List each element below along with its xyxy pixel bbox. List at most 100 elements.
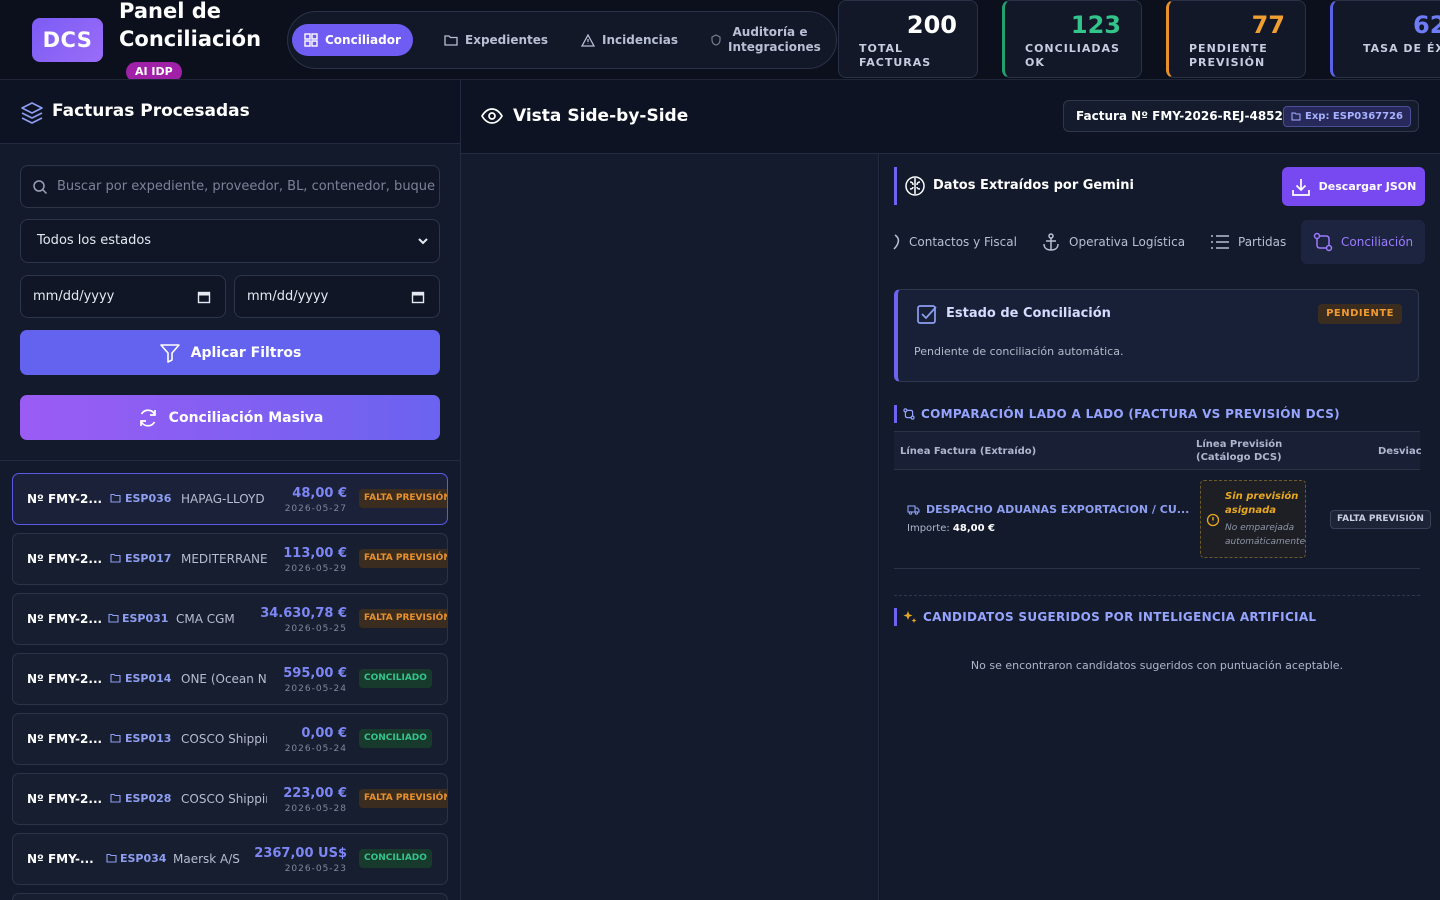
brain-icon	[905, 176, 925, 196]
invoice-number: Nº FMY-2...	[27, 492, 103, 506]
invoice-exp: ESP0284	[125, 792, 171, 805]
status-select-value: Todos los estados	[37, 233, 152, 248]
tab-label: Operativa Logística	[1069, 235, 1186, 249]
divider	[894, 595, 1420, 596]
truck-icon	[907, 504, 920, 515]
status-badge: CONCILIADO	[359, 849, 432, 868]
status-description: Pendiente de conciliación automática.	[914, 345, 1124, 358]
invoice-row[interactable]: Nº FMY-2... ESP0170 MEDITERRANEAN 113,00…	[12, 533, 448, 585]
search-box	[20, 165, 440, 208]
kpi-pendiente: 77 PENDIENTE PREVISIÓN	[1166, 0, 1306, 78]
folder-icon	[110, 673, 121, 683]
invoice-exp: ESP0170	[125, 552, 171, 565]
invoice-row[interactable]: Nº FMY-2... ESP0147 ONE (Ocean Network) …	[12, 653, 448, 705]
warning-icon	[581, 33, 595, 47]
invoice-amount: 595,00 €	[283, 666, 347, 681]
invoice-number: Nº FMY-2...	[27, 792, 103, 806]
tab-incidencias[interactable]: Incidencias	[581, 24, 678, 56]
invoice-provider: ONE (Ocean Network)	[181, 672, 267, 686]
download-json-button[interactable]: Descargar JSON	[1282, 167, 1425, 206]
tab-conciliacion[interactable]: Conciliación	[1301, 220, 1426, 264]
kpi-value: 123	[1070, 11, 1121, 39]
calendar-icon[interactable]	[411, 290, 425, 304]
divider	[0, 460, 460, 461]
reconciliation-status-card: Estado de Conciliación PENDIENTE Pendien…	[894, 289, 1419, 382]
status-badge: FALTA PREVISIÓN	[359, 789, 447, 808]
exp-badge[interactable]: Exp: ESP0367726	[1283, 106, 1411, 127]
accent-bar	[894, 405, 897, 423]
extracted-data-panel: Datos Extraídos por Gemini Descargar JSO…	[880, 154, 1440, 900]
invoice-exp: ESP0312	[122, 612, 168, 625]
tab-label: Conciliador	[325, 33, 401, 47]
line-concept: DESPACHO ADUANAS EXPORTACION / CU...	[907, 503, 1189, 516]
viewer-title: Vista Side-by-Side	[513, 106, 689, 126]
date-from-field[interactable]: mm/dd/yyyy	[20, 275, 226, 318]
invoice-provider: Maersk A/S	[173, 852, 240, 866]
invoice-row[interactable]: Nº FMY-2... ESP0136 COSCO Shipping 0,00 …	[12, 713, 448, 765]
viewer-header: Vista Side-by-Side Factura Nº FMY-2026-R…	[461, 80, 1440, 154]
invoice-provider: COSCO Shipping	[181, 792, 267, 806]
invoice-row[interactable]: Nº FMY-2... ESP0312 CMA CGM 34.630,78 € …	[12, 593, 448, 645]
tab-label: Conciliación	[1341, 235, 1414, 249]
list-icon	[1211, 235, 1229, 249]
no-prevision-box: Sin previsión asignada No emparejada aut…	[1200, 480, 1306, 558]
data-panel-title: Datos Extraídos por Gemini	[933, 178, 1134, 193]
tab-expedientes[interactable]: Expedientes	[444, 24, 548, 56]
column-header: Desviac	[1378, 446, 1422, 457]
git-compare-icon	[903, 408, 915, 420]
apply-filters-button[interactable]: Aplicar Filtros	[20, 330, 440, 375]
accent-bar	[894, 608, 897, 626]
invoice-row[interactable]: Nº FMY-2... ESP0367726 HAPAG-LLOYD 48,00…	[12, 473, 448, 525]
invoice-provider: COSCO Shipping	[181, 732, 267, 746]
invoice-amount: 48,00 €	[292, 486, 347, 501]
invoice-amount: 113,00 €	[283, 546, 347, 561]
status-card-title: Estado de Conciliación	[946, 306, 1111, 321]
invoice-row[interactable]	[12, 893, 448, 900]
invoice-number: Nº FMY-2...	[27, 732, 103, 746]
kpi-value: 62%	[1413, 11, 1440, 39]
no-prevision-text: Sin previsión asignada	[1225, 491, 1299, 516]
table-row: DESPACHO ADUANAS EXPORTACION / CU... Imp…	[894, 470, 1431, 569]
exp-badge-label: Exp: ESP0367726	[1305, 111, 1403, 122]
invoice-row[interactable]: Nº FMY-2... ESP0284 COSCO Shipping 223,0…	[12, 773, 448, 825]
date-to-value: mm/dd/yyyy	[247, 289, 329, 304]
grid-icon	[304, 33, 318, 47]
invoice-date: 2026-05-24	[284, 744, 347, 754]
tab-conciliador[interactable]: Conciliador	[292, 24, 413, 56]
tab-auditoria[interactable]: Auditoría e Integraciones	[711, 24, 821, 56]
git-compare-icon	[1313, 232, 1333, 252]
ai-badge: AI IDP	[126, 62, 182, 79]
status-badge: FALTA PREVISIÓN	[359, 609, 447, 628]
kpi-conciliadas: 123 CONCILIADAS OK	[1002, 0, 1142, 78]
invoice-number: Nº FMY-2...	[27, 672, 103, 686]
tab-operativa[interactable]: Operativa Logística	[1041, 220, 1185, 264]
invoice-amount: 223,00 €	[283, 786, 347, 801]
logo: DCS	[32, 18, 103, 62]
tab-contactos[interactable]: Contactos y Fiscal	[893, 220, 1017, 264]
invoice-date: 2026-05-25	[284, 624, 347, 634]
refresh-icon	[139, 408, 156, 427]
eye-icon	[481, 108, 503, 124]
mass-reconcile-button[interactable]: Conciliación Masiva	[20, 395, 440, 440]
download-icon	[1291, 178, 1310, 196]
status-select[interactable]: Todos los estados	[20, 219, 440, 263]
invoice-amount: 0,00 €	[301, 726, 347, 741]
status-badge: FALTA PREVISIÓN	[359, 549, 447, 568]
table-header: Línea Factura (Extraído) Línea Previsión…	[894, 431, 1422, 470]
folder-icon	[1291, 112, 1301, 121]
tab-partidas[interactable]: Partidas	[1210, 220, 1286, 264]
invoice-row[interactable]: Nº FMY-... ESP034 Maersk A/S 2367,00 US$…	[12, 833, 448, 885]
invoice-exp: ESP0147	[125, 672, 171, 685]
calendar-icon[interactable]	[197, 290, 211, 304]
search-input[interactable]	[57, 166, 435, 207]
candidates-title: CANDIDATOS SUGERIDOS POR INTELIGENCIA AR…	[923, 610, 1317, 624]
tab-label: Expedientes	[465, 33, 549, 47]
left-title: Facturas Procesadas	[52, 101, 250, 121]
download-json-label: Descargar JSON	[1318, 180, 1417, 193]
status-badge: FALTA PREVISIÓN	[359, 489, 447, 508]
date-to-field[interactable]: mm/dd/yyyy	[234, 275, 440, 318]
layers-icon	[21, 102, 43, 124]
invoice-provider: MEDITERRANEAN	[181, 552, 267, 566]
invoice-number: Nº FMY-2...	[27, 612, 103, 626]
data-tabs: Contactos y Fiscal Operativa Logística P…	[880, 220, 1440, 264]
